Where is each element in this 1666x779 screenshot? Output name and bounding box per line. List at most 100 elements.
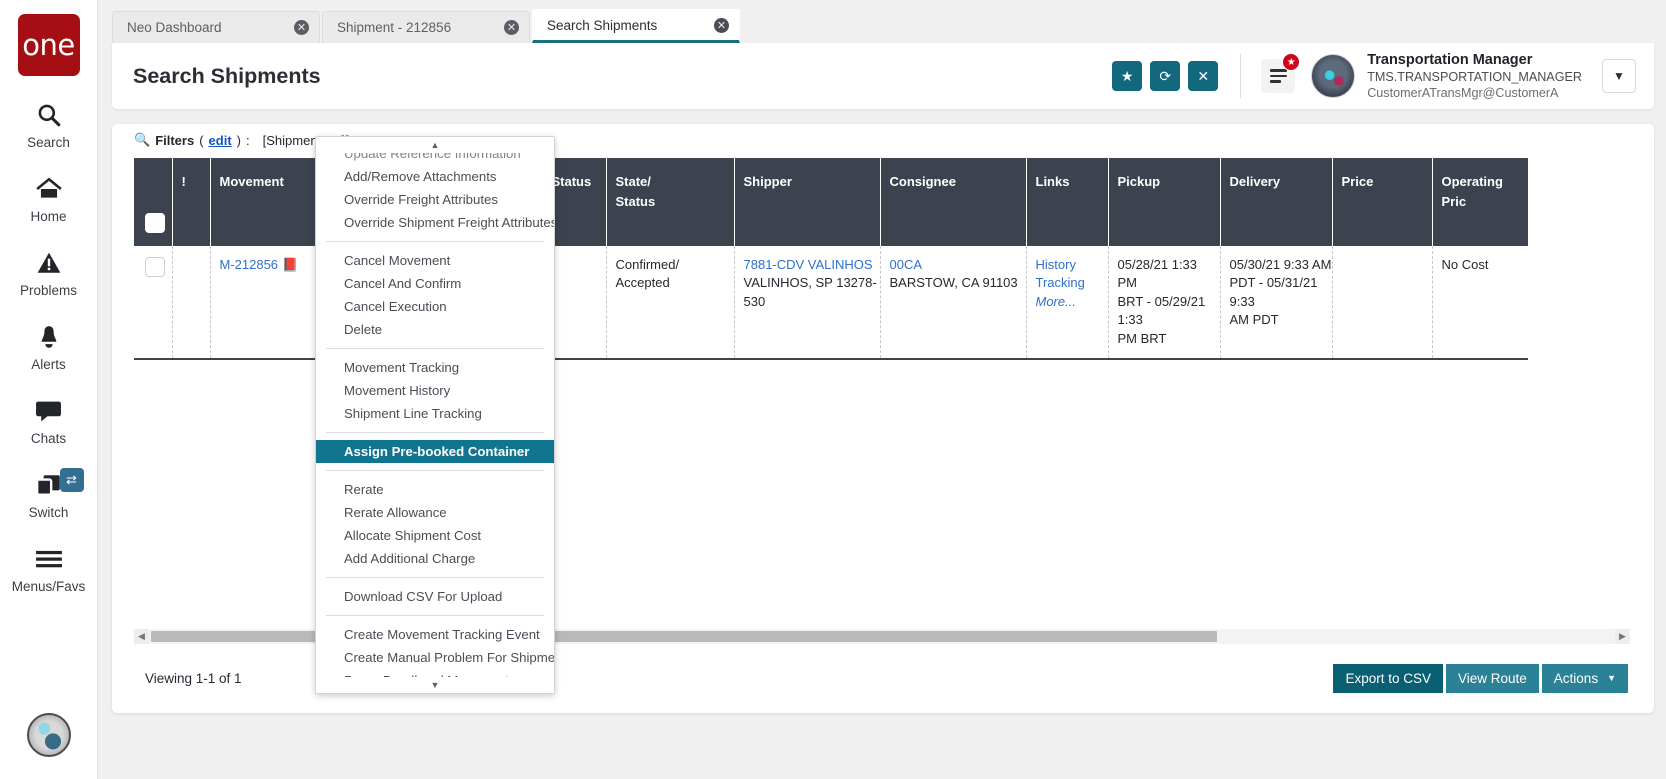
menu-separator bbox=[326, 615, 544, 616]
rail-item-switch[interactable]: ⇄Switch bbox=[0, 468, 98, 520]
column-header-label: Movement bbox=[220, 174, 284, 189]
chevron-down-icon: ▼ bbox=[1613, 69, 1625, 83]
column-header-label: State/ bbox=[616, 172, 734, 192]
menu-item-add-remove-attachments[interactable]: Add/Remove Attachments bbox=[316, 165, 554, 188]
export-to-csv-button[interactable]: Export to CSV bbox=[1333, 664, 1443, 693]
menu-item-label: Shipment Line Tracking bbox=[344, 406, 482, 421]
filters-colon: : bbox=[246, 133, 250, 148]
menu-item-label: Rerate Allowance bbox=[344, 505, 447, 520]
column-header-label: Delivery bbox=[1230, 174, 1281, 189]
row-checkbox[interactable] bbox=[145, 257, 165, 277]
header-divider bbox=[1240, 54, 1241, 98]
pickup-column[interactable]: Pickup bbox=[1108, 158, 1220, 246]
scrollbar-thumb[interactable] bbox=[151, 631, 1217, 642]
rail-item-home[interactable]: Home bbox=[0, 172, 98, 224]
filters-edit-link[interactable]: edit bbox=[209, 133, 232, 148]
favorite-button[interactable]: ★ bbox=[1112, 61, 1142, 91]
map-route-icon[interactable]: 📕 bbox=[282, 257, 296, 272]
filters-label: Filters bbox=[155, 133, 194, 148]
caret-left-icon[interactable]: ◀ bbox=[134, 629, 149, 644]
menu-item-label: Create Movement Tracking Event bbox=[344, 627, 540, 642]
cell-link[interactable]: Tracking bbox=[1036, 275, 1085, 290]
menu-item-purge-deadhead-movement[interactable]: Purge Deadhead Movement bbox=[316, 669, 554, 677]
avatar[interactable] bbox=[1311, 54, 1355, 98]
caret-right-icon[interactable]: ▶ bbox=[1615, 629, 1630, 644]
menu-item-rerate[interactable]: Rerate bbox=[316, 478, 554, 501]
refresh-button[interactable]: ⟳ bbox=[1150, 61, 1180, 91]
menu-item-download-csv-for-upload[interactable]: Download CSV For Upload bbox=[316, 585, 554, 608]
delivery-column[interactable]: Delivery bbox=[1220, 158, 1332, 246]
close-circle-icon[interactable]: ✕ bbox=[504, 20, 519, 35]
menu-item-add-additional-charge[interactable]: Add Additional Charge bbox=[316, 547, 554, 570]
price-column[interactable]: Price bbox=[1332, 158, 1432, 246]
menu-item-create-manual-problem-for-shipments[interactable]: Create Manual Problem For Shipments bbox=[316, 646, 554, 669]
close-circle-icon[interactable]: ✕ bbox=[714, 18, 729, 33]
tab-search-shipments[interactable]: Search Shipments✕ bbox=[532, 9, 740, 43]
menu-item-shipment-line-tracking[interactable]: Shipment Line Tracking bbox=[316, 402, 554, 425]
menu-item-label: Cancel And Confirm bbox=[344, 276, 461, 291]
caret-up-icon[interactable]: ▲ bbox=[316, 137, 554, 153]
menu-item-delete[interactable]: Delete bbox=[316, 318, 554, 341]
menu-item-cancel-movement[interactable]: Cancel Movement bbox=[316, 249, 554, 272]
rail-item-chats[interactable]: Chats bbox=[0, 394, 98, 446]
rail-item-search[interactable]: Search bbox=[0, 98, 98, 150]
menu-item-cancel-and-confirm[interactable]: Cancel And Confirm bbox=[316, 272, 554, 295]
menu-item-assign-pre-booked-container[interactable]: Assign Pre-booked Container bbox=[316, 440, 554, 463]
close-page-button[interactable]: ✕ bbox=[1188, 61, 1218, 91]
cell-text: VALINHOS, SP 13278-530 bbox=[744, 274, 880, 311]
cell-link[interactable]: More... bbox=[1036, 294, 1076, 309]
tab-shipment-212856[interactable]: Shipment - 212856✕ bbox=[322, 11, 530, 43]
profile-dropdown-button[interactable]: ▼ bbox=[1602, 59, 1636, 93]
menu-item-rerate-allowance[interactable]: Rerate Allowance bbox=[316, 501, 554, 524]
cell-link[interactable]: 7881-CDV VALINHOS bbox=[744, 257, 873, 272]
alert-column[interactable]: ! bbox=[172, 158, 210, 246]
select-all-column[interactable] bbox=[134, 158, 172, 246]
select-all-checkbox[interactable] bbox=[145, 213, 165, 233]
consignee-column[interactable]: Consignee bbox=[880, 158, 1026, 246]
view-route-button[interactable]: View Route bbox=[1446, 664, 1539, 693]
tab-neo-dashboard[interactable]: Neo Dashboard ✕ bbox=[112, 11, 320, 43]
actions-button[interactable]: Actions ▼ bbox=[1542, 664, 1628, 693]
refresh-icon: ⟳ bbox=[1159, 68, 1171, 85]
operating-price-column[interactable]: Operating Pric bbox=[1432, 158, 1528, 246]
menu-item-movement-tracking[interactable]: Movement Tracking bbox=[316, 356, 554, 379]
menu-item-movement-history[interactable]: Movement History bbox=[316, 379, 554, 402]
row-price-cell bbox=[1332, 246, 1432, 359]
rail-item-alerts[interactable]: Alerts bbox=[0, 320, 98, 372]
tab-label: Neo Dashboard bbox=[127, 20, 222, 35]
menu-item-allocate-shipment-cost[interactable]: Allocate Shipment Cost bbox=[316, 524, 554, 547]
hamburger-icon bbox=[35, 542, 63, 576]
row-shipper-cell: 7881-CDV VALINHOS VALINHOS, SP 13278-530 bbox=[734, 246, 880, 359]
header-menu-button[interactable]: ★ bbox=[1261, 59, 1295, 93]
rail-item-label: Search bbox=[27, 135, 70, 150]
cell-link[interactable]: History bbox=[1036, 257, 1076, 272]
menu-item-update-reference-information[interactable]: Update Reference Information bbox=[316, 153, 554, 165]
cell-text: Confirmed/ bbox=[616, 256, 734, 274]
rail-item-problems[interactable]: Problems bbox=[0, 246, 98, 298]
menu-separator bbox=[326, 348, 544, 349]
rail-item-menus-favs[interactable]: Menus/Favs bbox=[0, 542, 98, 594]
cell-link[interactable]: 00CA bbox=[890, 257, 923, 272]
scrollbar-track[interactable] bbox=[1219, 629, 1615, 644]
links-column[interactable]: Links bbox=[1026, 158, 1108, 246]
movement-link[interactable]: M-212856 bbox=[220, 257, 279, 272]
menu-item-cancel-execution[interactable]: Cancel Execution bbox=[316, 295, 554, 318]
app-root: one Search Home Problems Alerts Chats ⇄Switch… bbox=[0, 0, 1666, 779]
rail-avatar[interactable] bbox=[27, 713, 71, 757]
state-status-column[interactable]: State/Status bbox=[606, 158, 734, 246]
caret-down-icon[interactable]: ▼ bbox=[316, 677, 554, 693]
app-logo[interactable]: one bbox=[18, 14, 80, 76]
row-alert-cell bbox=[172, 246, 210, 359]
rail-item-label: Problems bbox=[20, 283, 77, 298]
menu-item-override-freight-attributes[interactable]: Override Freight Attributes bbox=[316, 188, 554, 211]
swap-arrows-icon[interactable]: ⇄ bbox=[60, 468, 84, 492]
shipper-column[interactable]: Shipper bbox=[734, 158, 880, 246]
menu-item-create-movement-tracking-event[interactable]: Create Movement Tracking Event bbox=[316, 623, 554, 646]
menu-item-label: Allocate Shipment Cost bbox=[344, 528, 481, 543]
close-circle-icon[interactable]: ✕ bbox=[294, 20, 309, 35]
search-icon bbox=[36, 98, 62, 132]
menu-item-override-shipment-freight-attributes[interactable]: Override Shipment Freight Attributes bbox=[316, 211, 554, 234]
cell-text: BARSTOW, CA 91103 bbox=[890, 274, 1026, 292]
cell-text: 05/30/21 9:33 AM bbox=[1230, 256, 1332, 274]
menu-item-label: Override Freight Attributes bbox=[344, 192, 498, 207]
